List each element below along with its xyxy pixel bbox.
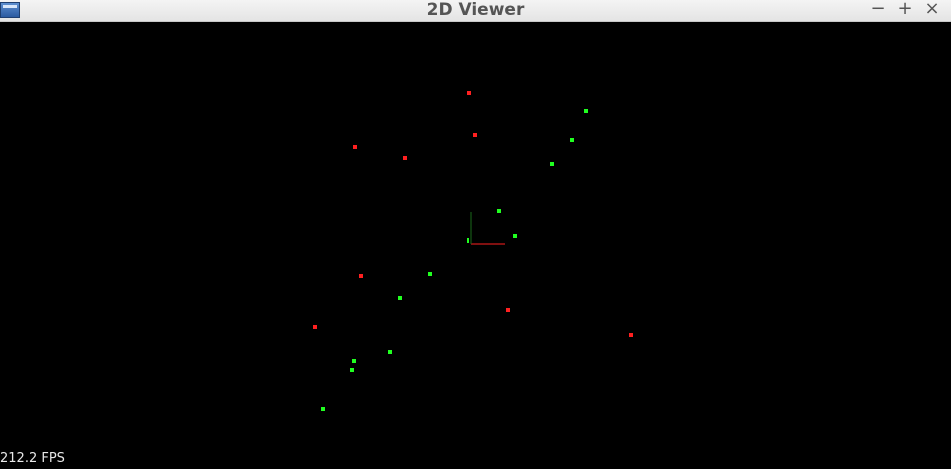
red-point bbox=[359, 274, 363, 278]
window-title: 2D Viewer bbox=[426, 0, 525, 20]
red-point bbox=[506, 308, 510, 312]
red-point bbox=[629, 333, 633, 337]
green-point bbox=[497, 209, 501, 213]
green-point bbox=[398, 296, 402, 300]
green-point bbox=[388, 350, 392, 354]
green-point bbox=[513, 234, 517, 238]
minimize-button[interactable]: − bbox=[867, 0, 889, 20]
green-point bbox=[550, 162, 554, 166]
red-point bbox=[403, 156, 407, 160]
red-point bbox=[353, 145, 357, 149]
origin-marker bbox=[467, 238, 469, 243]
fps-counter: 212.2 FPS bbox=[0, 451, 65, 466]
close-button[interactable]: × bbox=[921, 0, 943, 20]
render-viewport[interactable] bbox=[0, 23, 951, 469]
green-point bbox=[584, 109, 588, 113]
green-point bbox=[321, 407, 325, 411]
red-point bbox=[313, 325, 317, 329]
viewer-window: 2D Viewer − + × 212.2 FPS bbox=[0, 0, 951, 469]
red-point bbox=[473, 133, 477, 137]
scene-canvas[interactable] bbox=[0, 23, 951, 469]
green-point bbox=[352, 359, 356, 363]
green-point bbox=[350, 368, 354, 372]
red-point bbox=[467, 91, 471, 95]
title-bar[interactable]: 2D Viewer − + × bbox=[0, 0, 951, 22]
maximize-button[interactable]: + bbox=[894, 0, 916, 20]
green-point bbox=[570, 138, 574, 142]
green-point bbox=[428, 272, 432, 276]
